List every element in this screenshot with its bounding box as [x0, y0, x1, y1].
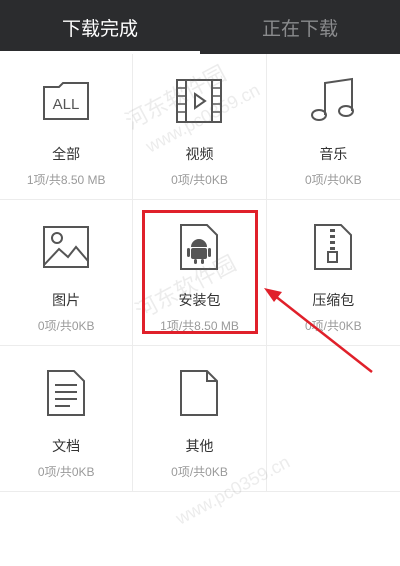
- arrow-annotation: [264, 288, 373, 373]
